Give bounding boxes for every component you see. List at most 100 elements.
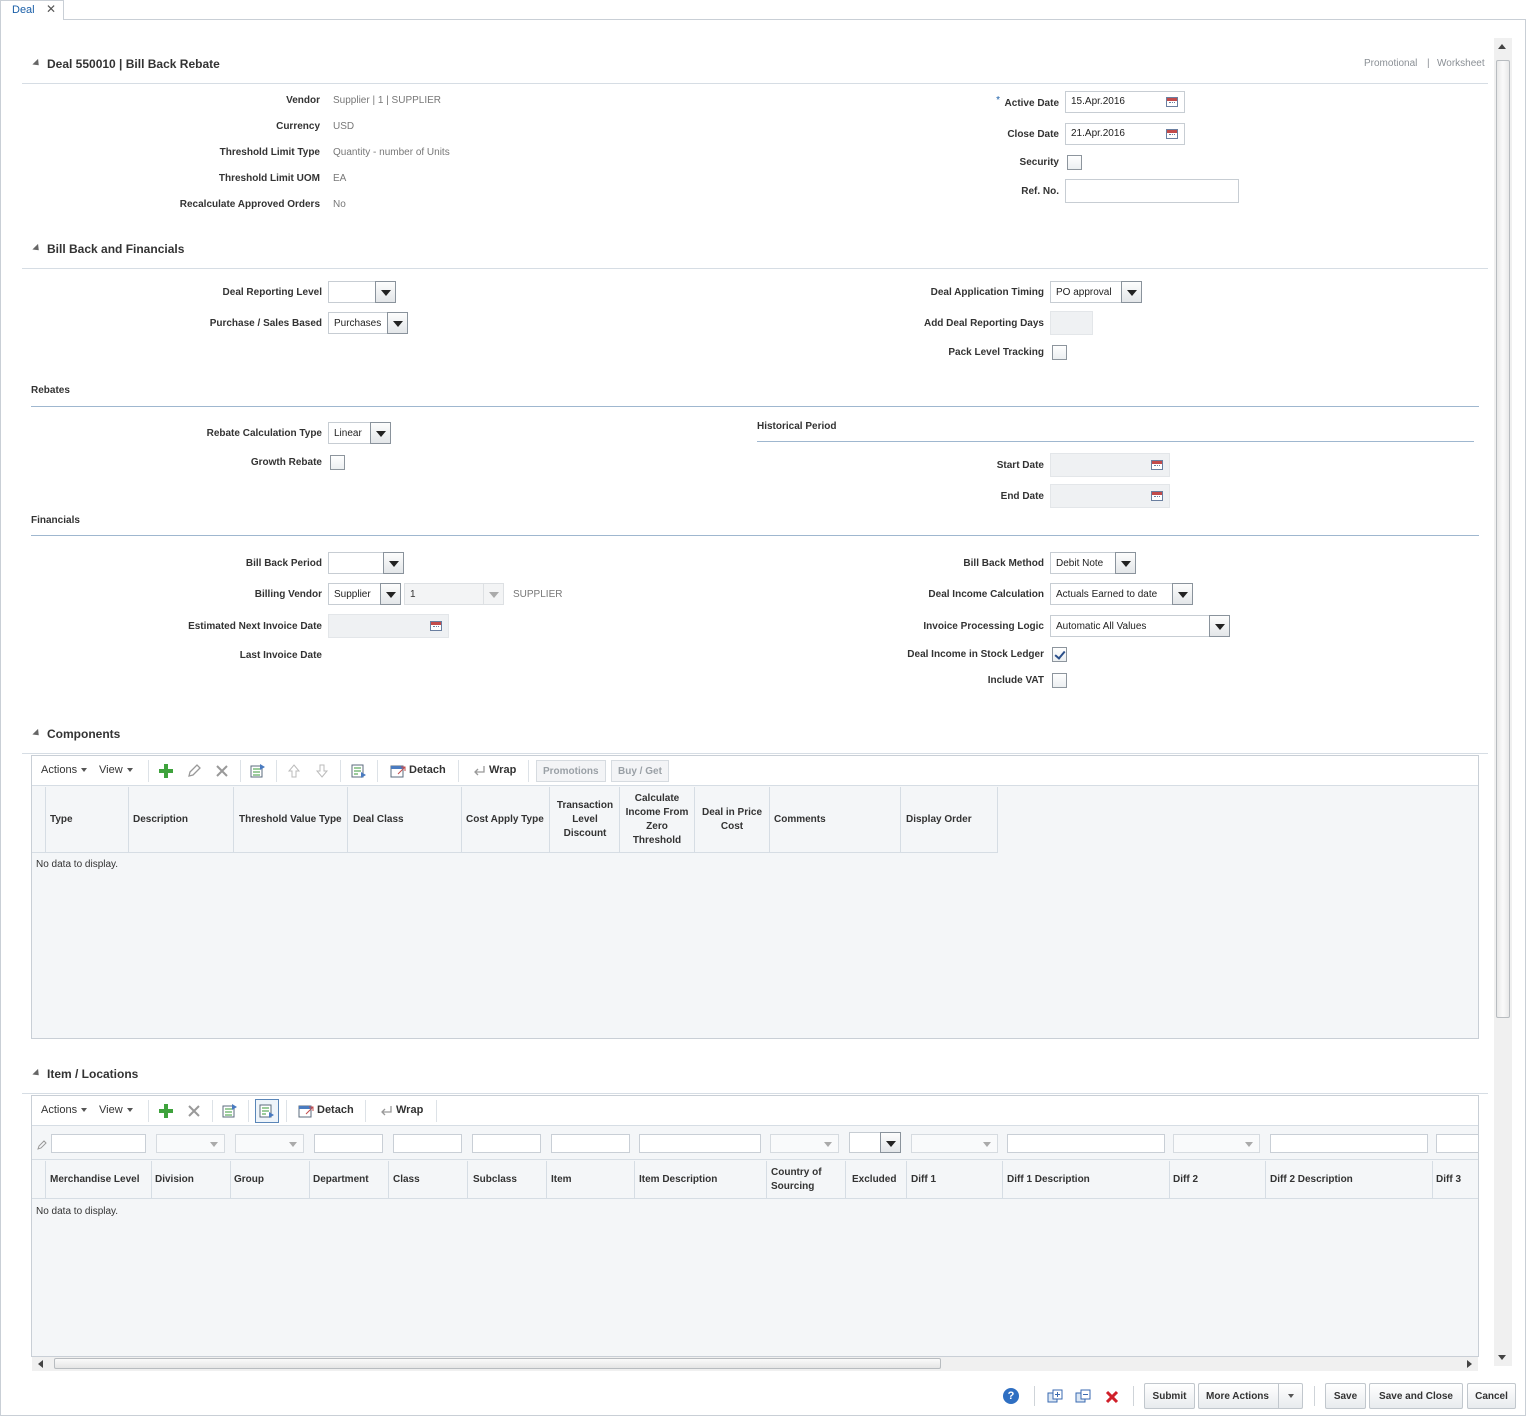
add-deal-reporting-days-input[interactable] xyxy=(1050,311,1093,335)
column-header[interactable]: Division xyxy=(155,1173,194,1187)
column-header[interactable]: Deal in Price Cost xyxy=(696,806,768,834)
bill-back-period-select[interactable] xyxy=(328,552,404,574)
filter-diff-1-description[interactable] xyxy=(1007,1134,1165,1153)
deal-application-timing-select[interactable]: PO approval xyxy=(1050,281,1142,303)
scrollbar-thumb[interactable] xyxy=(54,1358,941,1369)
chevron-down-icon[interactable] xyxy=(483,583,504,605)
view-menu[interactable]: View xyxy=(99,1104,133,1116)
include-vat-checkbox[interactable] xyxy=(1052,673,1067,688)
actions-menu[interactable]: Actions xyxy=(41,764,88,776)
buy-get-button[interactable]: Buy / Get xyxy=(611,760,669,782)
calendar-icon[interactable] xyxy=(1151,460,1163,470)
tab-deal[interactable]: Deal ✕ xyxy=(0,0,64,20)
column-header[interactable]: Diff 3 xyxy=(1436,1173,1461,1187)
detach-icon[interactable] xyxy=(390,763,406,779)
filter-diff-2-description[interactable] xyxy=(1270,1134,1428,1153)
edit-icon[interactable] xyxy=(186,763,202,779)
column-header[interactable]: Transaction Level Discount xyxy=(553,799,617,841)
column-header[interactable]: Type xyxy=(50,813,73,827)
horizontal-scrollbar[interactable] xyxy=(32,1357,1478,1371)
submit-button[interactable]: Submit xyxy=(1144,1383,1195,1409)
tab-label[interactable]: Deal xyxy=(12,4,35,16)
wrap-icon[interactable] xyxy=(472,763,488,779)
column-header[interactable]: Country of Sourcing xyxy=(771,1166,841,1194)
link-worksheet[interactable]: Worksheet xyxy=(1437,58,1485,69)
pack-level-tracking-checkbox[interactable] xyxy=(1052,345,1067,360)
calendar-icon[interactable] xyxy=(430,621,442,631)
column-header[interactable]: Comments xyxy=(774,813,826,827)
delete-icon[interactable] xyxy=(186,1103,202,1119)
freeze-icon[interactable] xyxy=(351,763,367,779)
wrap-button[interactable]: Wrap xyxy=(489,764,516,776)
save-and-close-button[interactable]: Save and Close xyxy=(1369,1383,1463,1409)
chevron-down-icon[interactable] xyxy=(370,422,391,444)
chevron-down-icon[interactable] xyxy=(387,312,408,334)
query-by-example-toggle[interactable] xyxy=(255,1099,279,1123)
filter-class[interactable] xyxy=(393,1134,462,1153)
filter-excluded[interactable] xyxy=(849,1132,901,1153)
column-header[interactable]: Diff 1 Description xyxy=(1007,1173,1090,1187)
column-header[interactable]: Display Order xyxy=(906,813,972,827)
view-menu[interactable]: View xyxy=(99,764,133,776)
filter-merchandise-level[interactable] xyxy=(51,1134,146,1153)
bill-back-method-select[interactable]: Debit Note xyxy=(1050,552,1136,574)
deal-reporting-level-select[interactable] xyxy=(328,281,396,303)
chevron-down-icon[interactable] xyxy=(1121,281,1142,303)
wrap-button[interactable]: Wrap xyxy=(396,1104,423,1116)
invoice-processing-logic-select[interactable]: Automatic All Values xyxy=(1050,615,1230,637)
export-icon[interactable] xyxy=(222,1103,238,1119)
column-header[interactable]: Department xyxy=(313,1173,369,1187)
move-up-icon[interactable] xyxy=(286,763,302,779)
column-header[interactable]: Deal Class xyxy=(353,813,404,827)
rebate-calculation-type-select[interactable]: Linear xyxy=(328,422,391,444)
collapse-all-icon[interactable] xyxy=(1075,1389,1091,1405)
detach-button[interactable]: Detach xyxy=(409,764,446,776)
chevron-down-icon[interactable] xyxy=(383,552,404,574)
filter-subclass[interactable] xyxy=(472,1134,541,1153)
column-header[interactable]: Excluded xyxy=(852,1173,896,1187)
scroll-down-icon[interactable] xyxy=(1498,1355,1506,1360)
filter-item[interactable] xyxy=(551,1134,630,1153)
move-down-icon[interactable] xyxy=(314,763,330,779)
actions-menu[interactable]: Actions xyxy=(41,1104,88,1116)
deal-income-in-stock-ledger-checkbox[interactable] xyxy=(1052,647,1067,662)
expand-all-icon[interactable] xyxy=(1047,1389,1063,1405)
chevron-down-icon[interactable] xyxy=(880,1132,901,1153)
column-header[interactable]: Diff 2 xyxy=(1173,1173,1198,1187)
scroll-right-icon[interactable] xyxy=(1467,1360,1472,1368)
column-header[interactable]: Diff 2 Description xyxy=(1270,1173,1353,1187)
export-icon[interactable] xyxy=(250,763,266,779)
calendar-icon[interactable] xyxy=(1151,491,1163,501)
vertical-scrollbar[interactable] xyxy=(1494,38,1512,1366)
column-header[interactable]: Diff 1 xyxy=(911,1173,936,1187)
link-promotional[interactable]: Promotional xyxy=(1364,58,1417,69)
help-icon[interactable]: ? xyxy=(1003,1388,1019,1404)
close-icon[interactable]: ✕ xyxy=(46,2,56,16)
calendar-icon[interactable] xyxy=(1166,129,1178,139)
security-checkbox[interactable] xyxy=(1067,155,1082,170)
filter-country-of-sourcing[interactable] xyxy=(770,1134,839,1153)
filter-diff-3[interactable] xyxy=(1436,1134,1478,1153)
ref-no-input[interactable] xyxy=(1065,179,1239,203)
chevron-down-icon[interactable] xyxy=(380,583,401,605)
column-header[interactable]: Group xyxy=(234,1173,264,1187)
column-header[interactable]: Description xyxy=(133,813,188,827)
filter-item-description[interactable] xyxy=(639,1134,761,1153)
scroll-up-icon[interactable] xyxy=(1498,44,1506,49)
billing-vendor-type-select[interactable]: Supplier xyxy=(328,583,401,605)
more-actions-dropdown[interactable] xyxy=(1278,1383,1303,1409)
promotions-button[interactable]: Promotions xyxy=(536,760,606,782)
column-header[interactable]: Class xyxy=(393,1173,420,1187)
column-header[interactable]: Item Description xyxy=(639,1173,717,1187)
chevron-down-icon[interactable] xyxy=(1209,615,1230,637)
column-header[interactable]: Cost Apply Type xyxy=(466,813,544,827)
column-header[interactable]: Item xyxy=(551,1173,572,1187)
delete-icon[interactable] xyxy=(1104,1389,1120,1405)
add-icon[interactable] xyxy=(158,763,174,779)
calendar-icon[interactable] xyxy=(1166,97,1178,107)
growth-rebate-checkbox[interactable] xyxy=(330,455,345,470)
chevron-down-icon[interactable] xyxy=(1172,583,1193,605)
save-button[interactable]: Save xyxy=(1325,1383,1366,1409)
column-header[interactable]: Subclass xyxy=(473,1173,517,1187)
billing-vendor-id-select[interactable]: 1 xyxy=(404,583,504,605)
